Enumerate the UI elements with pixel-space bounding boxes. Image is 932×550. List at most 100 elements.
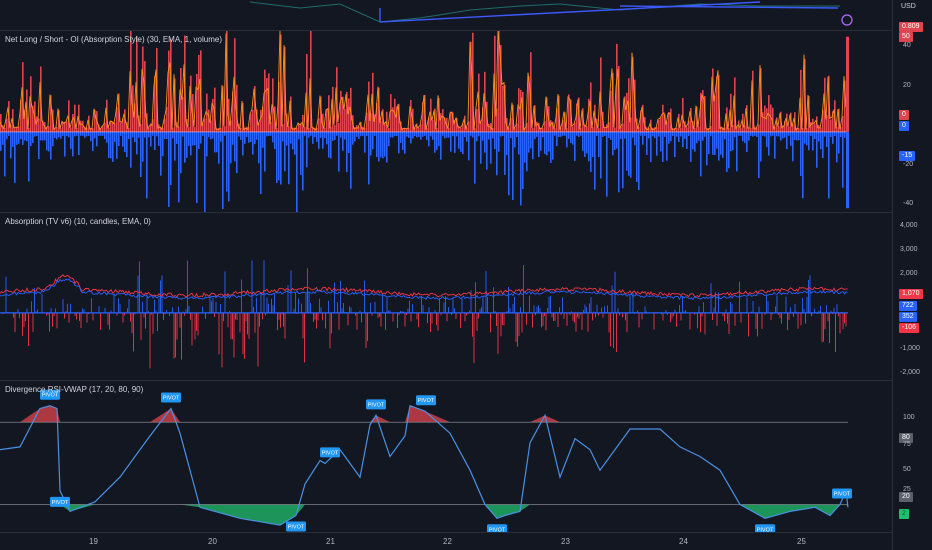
net-long-short-title: Net Long / Short - OI (Absorption Style)… [5, 35, 222, 44]
short-bar [292, 131, 294, 150]
short-bar [184, 131, 186, 163]
short-bar [380, 131, 382, 158]
long-bar [142, 46, 144, 132]
short-bar [418, 131, 420, 137]
long-bar [108, 127, 110, 132]
short-bar [366, 131, 368, 136]
short-bar [4, 131, 6, 177]
long-bar [204, 118, 206, 132]
short-bar [440, 131, 442, 160]
short-bar [698, 131, 700, 141]
short-bar [432, 131, 434, 140]
short-bar [222, 131, 224, 210]
short-bar [26, 131, 28, 142]
short-bar [122, 131, 124, 147]
short-bar [262, 131, 264, 148]
long-bar [388, 127, 390, 132]
short-bar [552, 131, 554, 160]
pivot-label-text: PIVOT [322, 450, 339, 456]
short-bar [72, 131, 74, 157]
pivot-label-text: PIVOT [52, 500, 69, 506]
short-bar [486, 131, 488, 170]
short-bar [276, 131, 278, 183]
short-bar [772, 131, 774, 136]
short-bar [12, 131, 14, 147]
alert-icon[interactable] [841, 14, 853, 26]
short-bar [422, 131, 424, 137]
short-bar [730, 131, 732, 152]
absorption-pane: Absorption (TV v6) (10, candles, EMA, 0) [0, 213, 932, 380]
short-bar [202, 131, 204, 136]
short-bar [2, 131, 4, 145]
short-bar [608, 131, 610, 138]
absorption-blue-line [0, 278, 848, 301]
short-bar [6, 131, 8, 140]
short-bar [76, 131, 78, 136]
short-bar [530, 131, 532, 149]
short-bar [278, 131, 280, 181]
short-bar [470, 131, 472, 136]
short-bar [740, 131, 742, 136]
short-bar [844, 131, 846, 138]
short-bar [754, 131, 756, 136]
short-bar [226, 131, 228, 192]
divergence-pane: PIVOT PIVOT PIVOT PIVOT PIVOT PIVOT PIVOT PIVOT… [0, 381, 932, 532]
short-bar [532, 131, 534, 160]
short-bar [312, 131, 314, 144]
long-bar [260, 109, 262, 132]
short-bar [536, 131, 538, 137]
short-bar [60, 131, 62, 139]
short-bar [716, 131, 718, 149]
long-bar [410, 100, 412, 132]
short-bar [270, 131, 272, 136]
short-bar [802, 131, 804, 199]
price-pane-strip [0, 0, 932, 30]
short-bar [726, 131, 728, 172]
x-label-22: 22 [443, 537, 452, 546]
short-bar [758, 131, 760, 178]
p2-tick-3000: 3,000 [900, 246, 918, 253]
short-bar [458, 131, 460, 149]
short-bar [356, 131, 358, 137]
p1-overlay-badge: 50 [899, 32, 913, 42]
long-bar [180, 68, 182, 132]
long-bar [294, 127, 296, 132]
p2-tick-2000: 2,000 [900, 270, 918, 277]
currency-label[interactable]: USD [901, 3, 916, 10]
price-line [249, 1, 840, 23]
short-bar [416, 131, 418, 138]
p1-zero-badge-blue: 0 [899, 121, 909, 131]
absorption-red-line [0, 274, 848, 298]
short-bar [808, 131, 810, 151]
short-bar [162, 131, 164, 157]
short-bar [592, 131, 594, 157]
long-bar [604, 127, 606, 132]
short-bar [708, 131, 710, 155]
short-bar [40, 131, 42, 141]
short-bar [336, 131, 338, 136]
short-bar [174, 131, 176, 161]
p3-value-badge: 2 [899, 509, 909, 519]
short-bar [732, 131, 734, 151]
short-bar [136, 131, 138, 155]
short-bar [254, 131, 256, 145]
short-bar [168, 131, 170, 207]
short-bar [246, 131, 248, 137]
short-bar [794, 131, 796, 141]
short-bar [294, 131, 296, 155]
short-bar [42, 131, 44, 141]
long-bar [532, 127, 534, 132]
short-bar [196, 131, 198, 204]
short-bar [354, 131, 356, 142]
short-bar [334, 131, 336, 140]
short-bar [68, 131, 70, 138]
short-bar [388, 131, 390, 147]
short-bar [8, 131, 10, 136]
short-bar [734, 131, 736, 138]
short-bar [564, 131, 566, 136]
short-bar [66, 131, 68, 137]
short-bar [544, 131, 546, 154]
short-bar [748, 131, 750, 141]
short-bar [62, 131, 64, 136]
short-bar [28, 131, 30, 182]
